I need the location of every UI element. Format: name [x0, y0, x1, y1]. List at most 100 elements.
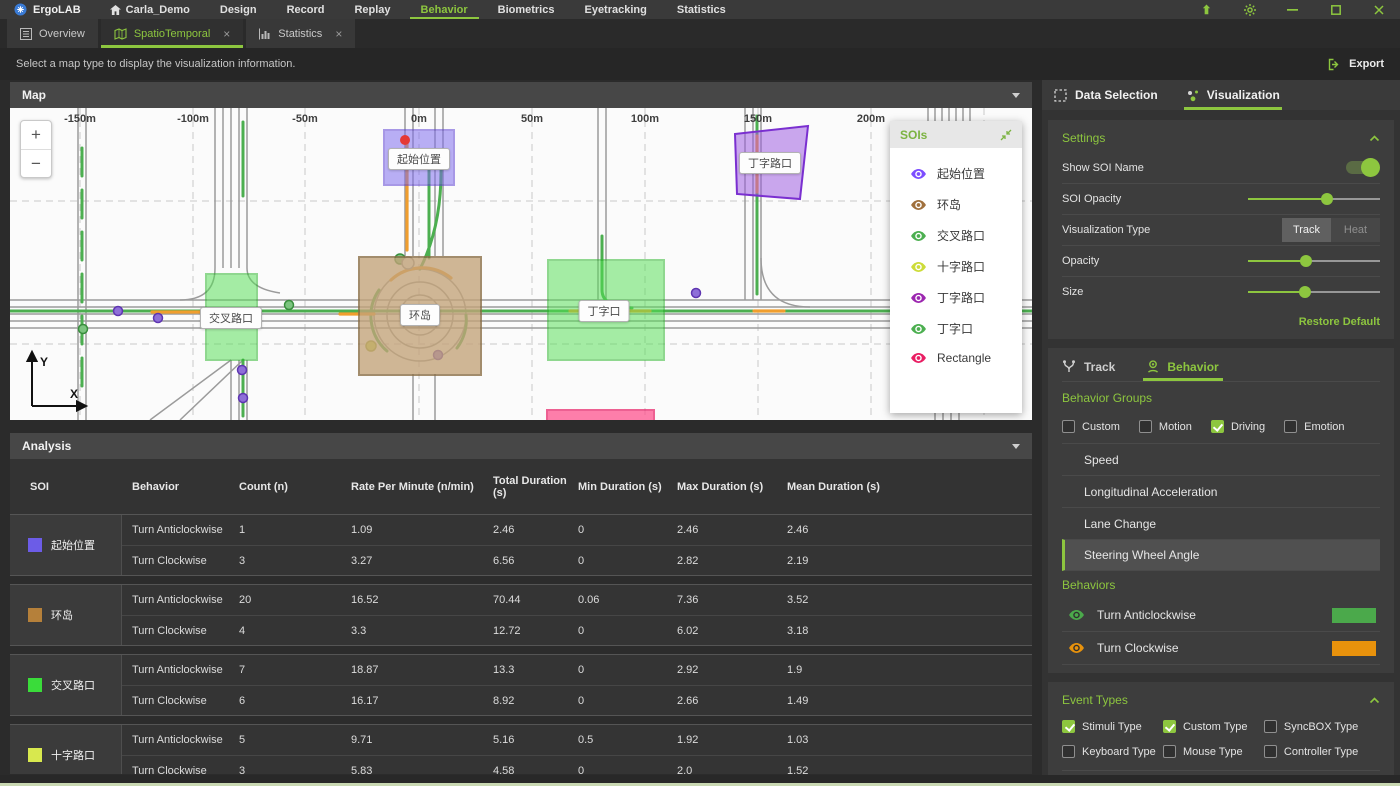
menu-item-project[interactable]: Carla_Demo: [95, 0, 205, 19]
checkbox-icon[interactable]: [1263, 745, 1277, 758]
checkbox-icon[interactable]: [1162, 745, 1176, 758]
checkbox-custom[interactable]: Custom: [1062, 420, 1120, 433]
checkbox-icon[interactable]: [1062, 745, 1075, 758]
checkbox-icon[interactable]: [1210, 420, 1224, 433]
menu-item-behavior[interactable]: Behavior: [406, 0, 483, 19]
tab-overview[interactable]: Overview: [7, 19, 98, 48]
menu-item-biometrics[interactable]: Biometrics: [483, 0, 570, 19]
table-row[interactable]: Turn Clockwise 3 3.27 6.56 0 2.82 2.19: [122, 545, 1032, 575]
soi-opacity-slider[interactable]: [1248, 192, 1380, 206]
checkbox-icon[interactable]: [1162, 720, 1176, 733]
soi-legend-item[interactable]: 起始位置: [890, 158, 1022, 189]
list-item-lane-change[interactable]: Lane Change: [1062, 507, 1380, 539]
zoom-in-button[interactable]: +: [21, 121, 51, 149]
table-row[interactable]: Turn Clockwise 6 16.17 8.92 0 2.66 1.49: [122, 685, 1032, 715]
upload-button[interactable]: [1185, 0, 1228, 19]
visibility-eye-icon[interactable]: [910, 199, 927, 211]
checkbox-icon[interactable]: [1284, 420, 1298, 433]
slider-thumb[interactable]: [1321, 193, 1334, 205]
map-panel-header[interactable]: Map: [10, 82, 1032, 108]
tab-behavior[interactable]: Behavior: [1143, 352, 1224, 381]
table-row[interactable]: Turn Clockwise 4 3.3 12.72 0 6.02 3.18: [122, 615, 1032, 645]
analysis-panel-header[interactable]: Analysis: [10, 433, 1032, 459]
checkbox-icon[interactable]: [1138, 420, 1152, 433]
slider-thumb[interactable]: [1298, 286, 1311, 298]
soi-legend-item[interactable]: 十字路口: [890, 251, 1022, 282]
checkbox-driving[interactable]: Driving: [1210, 420, 1265, 433]
slider-thumb[interactable]: [1300, 255, 1313, 267]
soi-legend-item[interactable]: 丁字路口: [890, 282, 1022, 313]
behavior-turn-anticlockwise[interactable]: Turn Anticlockwise: [1062, 599, 1380, 632]
sois-panel-header[interactable]: SOIs: [890, 121, 1022, 148]
xy-axis-icon: Y X: [25, 349, 89, 413]
settings-button[interactable]: [1228, 0, 1271, 19]
menu-item-replay[interactable]: Replay: [339, 0, 405, 19]
cell-max: 2.46: [677, 524, 699, 536]
tab-track[interactable]: Track: [1062, 352, 1115, 381]
visibility-eye-icon[interactable]: [910, 230, 927, 242]
maximize-button[interactable]: [1314, 0, 1357, 19]
tab-visualization[interactable]: Visualization: [1183, 80, 1282, 110]
size-slider[interactable]: [1248, 285, 1380, 299]
table-row[interactable]: Turn Anticlockwise 5 9.71 5.16 0.5 1.92 …: [122, 725, 1032, 755]
soi-legend-item[interactable]: Rectangle: [890, 344, 1022, 372]
chevron-up-icon[interactable]: [1369, 134, 1380, 142]
tab-close-icon[interactable]: ×: [335, 27, 342, 41]
minimize-button[interactable]: [1271, 0, 1314, 19]
soi-legend-item[interactable]: 环岛: [890, 189, 1022, 220]
collapse-caret-icon[interactable]: [1012, 92, 1020, 98]
collapse-caret-icon[interactable]: [1012, 443, 1020, 449]
visibility-eye-icon[interactable]: [910, 352, 927, 364]
heat-option-button[interactable]: Heat: [1331, 218, 1380, 242]
table-row[interactable]: Turn Anticlockwise 20 16.52 70.44 0.06 7…: [122, 585, 1032, 615]
behavior-color-swatch[interactable]: [1332, 607, 1376, 623]
checkbox-mouse-type[interactable]: Mouse Type: [1162, 745, 1264, 758]
visibility-eye-icon[interactable]: [910, 292, 927, 304]
export-button[interactable]: Export: [1328, 58, 1384, 71]
table-row[interactable]: Turn Anticlockwise 7 18.87 13.3 0 2.92 1…: [122, 655, 1032, 685]
behavior-color-swatch[interactable]: [1332, 640, 1376, 656]
close-button[interactable]: [1357, 0, 1400, 19]
settings-section-header[interactable]: Settings: [1062, 124, 1380, 152]
table-row[interactable]: Turn Clockwise 3 5.83 4.58 0 2.0 1.52: [122, 755, 1032, 774]
tab-close-icon[interactable]: ×: [223, 27, 230, 41]
map-canvas[interactable]: -150m -100m -50m 0m 50m 100m 150m 200m 起…: [10, 108, 1032, 420]
list-item-steering-wheel-angle[interactable]: Steering Wheel Angle: [1062, 539, 1380, 571]
visibility-eye-icon[interactable]: [910, 323, 927, 335]
menu-item-record[interactable]: Record: [272, 0, 340, 19]
list-item-longitudinal-acceleration[interactable]: Longitudinal Acceleration: [1062, 475, 1380, 507]
menu-item-design[interactable]: Design: [205, 0, 272, 19]
tab-data-selection[interactable]: Data Selection: [1054, 80, 1158, 110]
list-item-speed[interactable]: Speed: [1062, 443, 1380, 475]
checkbox-controller-type[interactable]: Controller Type: [1263, 745, 1380, 758]
checkbox-emotion[interactable]: Emotion: [1284, 420, 1345, 433]
collapse-panel-icon[interactable]: [1000, 129, 1012, 141]
menu-item-statistics[interactable]: Statistics: [662, 0, 741, 19]
tab-spatiotemporal[interactable]: SpatioTemporal ×: [100, 19, 244, 48]
behavior-turn-clockwise[interactable]: Turn Clockwise: [1062, 632, 1380, 665]
table-row[interactable]: Turn Anticlockwise 1 1.09 2.46 0 2.46 2.…: [122, 515, 1032, 545]
checkbox-motion[interactable]: Motion: [1138, 420, 1192, 433]
visibility-eye-icon[interactable]: [1068, 609, 1085, 621]
visibility-eye-icon[interactable]: [910, 168, 927, 180]
track-option-button[interactable]: Track: [1282, 218, 1331, 242]
restore-default-link[interactable]: Restore Default: [1062, 307, 1380, 331]
checkbox-syncbox-type[interactable]: SyncBOX Type: [1263, 720, 1380, 733]
checkbox-icon[interactable]: [1062, 420, 1075, 433]
opacity-slider[interactable]: [1248, 254, 1380, 268]
checkbox-keyboard-type[interactable]: Keyboard Type: [1062, 745, 1163, 758]
event-types-header[interactable]: Event Types: [1062, 686, 1380, 714]
checkbox-icon[interactable]: [1263, 720, 1277, 733]
chevron-up-icon[interactable]: [1369, 696, 1380, 704]
soi-legend-item[interactable]: 交叉路口: [890, 220, 1022, 251]
visibility-eye-icon[interactable]: [1068, 642, 1085, 654]
tab-statistics[interactable]: Statistics ×: [246, 19, 356, 48]
show-soi-name-toggle[interactable]: [1346, 158, 1380, 177]
checkbox-custom-type[interactable]: Custom Type: [1162, 720, 1264, 733]
soi-legend-item[interactable]: 丁字口: [890, 313, 1022, 344]
checkbox-stimuli-type[interactable]: Stimuli Type: [1062, 720, 1163, 733]
zoom-out-button[interactable]: −: [21, 149, 51, 177]
visibility-eye-icon[interactable]: [910, 261, 927, 273]
menu-item-eyetracking[interactable]: Eyetracking: [569, 0, 661, 19]
checkbox-icon[interactable]: [1062, 720, 1075, 733]
